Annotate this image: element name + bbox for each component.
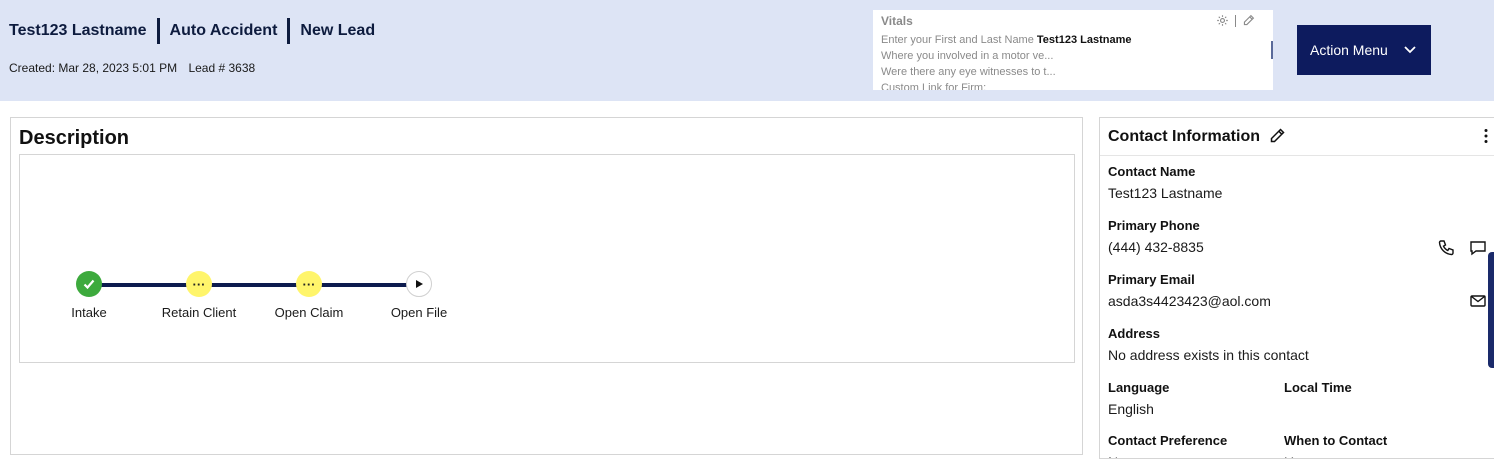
play-icon xyxy=(406,271,432,297)
lead-status: New Lead xyxy=(300,22,376,39)
gear-icon[interactable] xyxy=(1216,14,1229,27)
created-date: Created: Mar 28, 2023 5:01 PM xyxy=(9,61,178,75)
vitals-row: Enter your First and Last Name Test123 L… xyxy=(881,34,1265,46)
contact-panel: Contact Information Contact Name Test123… xyxy=(1099,117,1494,459)
contact-preference-label: Contact Preference xyxy=(1108,433,1228,448)
step-label: Open Claim xyxy=(274,305,344,320)
contact-name-label: Contact Name xyxy=(1108,164,1196,179)
chevron-down-icon xyxy=(1404,46,1416,54)
lead-number: Lead # 3638 xyxy=(188,61,256,75)
check-icon xyxy=(76,271,102,297)
contact-title: Contact Information xyxy=(1108,128,1260,145)
vitals-question: Enter your First and Last Name xyxy=(881,34,1034,46)
vitals-toolbar xyxy=(1216,14,1255,27)
ellipsis-icon: ··· xyxy=(186,271,212,297)
lead-title-row: Test123 Lastname Auto Accident New Lead xyxy=(9,18,375,44)
action-menu-label: Action Menu xyxy=(1310,42,1388,58)
side-drawer-tab[interactable] xyxy=(1488,252,1494,368)
case-type: Auto Accident xyxy=(169,22,278,39)
local-time-label: Local Time xyxy=(1284,380,1352,395)
when-to-contact-label: When to Contact xyxy=(1284,433,1388,448)
primary-phone-value: (444) 432-8835 xyxy=(1108,239,1204,255)
contact-preference-value: N xyxy=(1108,454,1118,458)
mail-icon[interactable] xyxy=(1469,292,1487,310)
step-label: Intake xyxy=(71,305,107,320)
step-retain-client[interactable]: ··· Retain Client xyxy=(149,271,249,320)
description-title: Description xyxy=(19,127,130,149)
vitals-question: Were there any eye witnesses to t... xyxy=(881,66,1056,78)
address-label: Address xyxy=(1108,326,1161,341)
vitals-answer: Test123 Lastname xyxy=(1036,34,1132,46)
when-to-contact-value: U xyxy=(1284,454,1294,458)
primary-email-value: asda3s4423423@aol.com xyxy=(1108,293,1271,309)
pencil-icon[interactable] xyxy=(1242,14,1255,27)
vitals-card: Vitals Enter your First and Last Name Te… xyxy=(873,10,1273,90)
phone-icon[interactable] xyxy=(1437,239,1455,257)
step-intake[interactable]: Intake xyxy=(39,271,139,320)
vitals-question: Custom Link for Firm: xyxy=(881,82,987,90)
title-divider xyxy=(287,18,291,44)
vitals-title: Vitals xyxy=(881,14,913,28)
step-open-claim[interactable]: ··· Open Claim xyxy=(259,271,359,320)
lead-name: Test123 Lastname xyxy=(9,22,147,39)
address-value: No address exists in this contact xyxy=(1108,347,1309,363)
description-editor[interactable] xyxy=(19,154,1075,363)
edit-pencil-icon[interactable] xyxy=(1268,127,1286,145)
kebab-menu-icon[interactable] xyxy=(1483,128,1489,144)
title-divider xyxy=(156,18,160,44)
ellipsis-icon: ··· xyxy=(296,271,322,297)
toolbar-divider xyxy=(1235,14,1236,27)
lead-meta: Created: Mar 28, 2023 5:01 PM Lead # 363… xyxy=(9,61,255,75)
language-label: Language xyxy=(1108,380,1170,395)
step-label: Retain Client xyxy=(161,305,237,320)
language-value: English xyxy=(1108,401,1154,417)
primary-phone-label: Primary Phone xyxy=(1108,218,1200,233)
action-menu-button[interactable]: Action Menu xyxy=(1297,25,1431,75)
step-label: Open File xyxy=(390,305,448,320)
contact-name-value: Test123 Lastname xyxy=(1108,185,1223,201)
progress-tracker: Intake ··· Retain Client ··· Open Claim … xyxy=(20,271,460,331)
message-icon[interactable] xyxy=(1469,239,1487,257)
contact-header: Contact Information xyxy=(1100,118,1494,156)
vitals-scrollbar[interactable] xyxy=(1271,41,1273,59)
vitals-question: Where you involved in a motor ve... xyxy=(881,50,1054,62)
step-open-file[interactable]: Open File xyxy=(369,271,469,320)
primary-email-label: Primary Email xyxy=(1108,272,1195,287)
